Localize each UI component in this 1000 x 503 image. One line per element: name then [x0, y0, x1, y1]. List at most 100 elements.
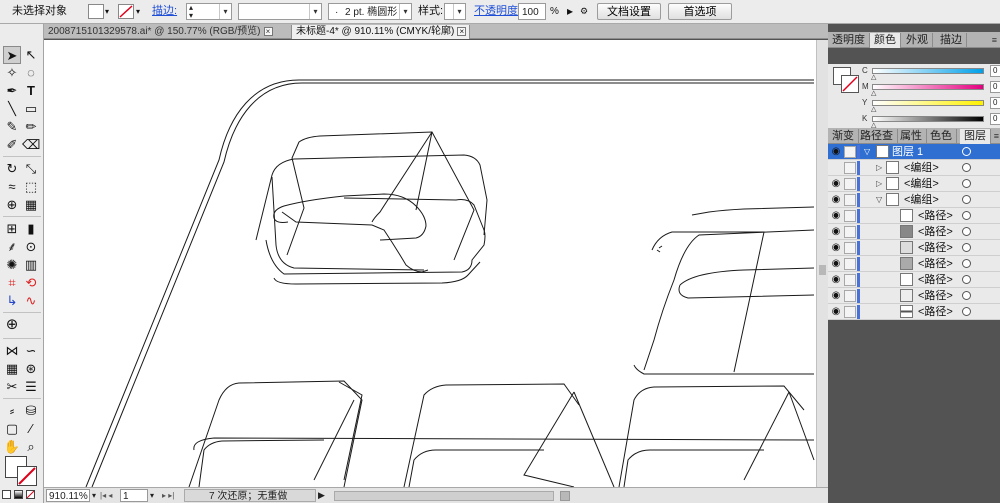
- blend-tool-icon[interactable]: ⊙: [22, 238, 40, 256]
- polar-grid-icon[interactable]: ⊛: [22, 360, 40, 378]
- channel-slider-track[interactable]: [872, 116, 984, 122]
- channel-value[interactable]: 0: [990, 81, 1000, 93]
- symbol-sprayer-icon[interactable]: ✺: [3, 256, 21, 274]
- layer-row[interactable]: ◉ ▽ 图层 1: [828, 144, 1000, 160]
- target-circle-icon[interactable]: [962, 291, 971, 300]
- stroke-swatch[interactable]: [118, 4, 134, 19]
- lock-toggle[interactable]: [844, 210, 856, 222]
- type-tool-icon[interactable]: T: [22, 82, 40, 100]
- channel-value[interactable]: 0: [990, 113, 1000, 125]
- eyedropper-alt-icon[interactable]: ⸗: [3, 402, 21, 420]
- chevron-down-icon[interactable]: ▾: [453, 4, 465, 19]
- last-artboard-icon[interactable]: ▸ ▸|: [162, 489, 174, 502]
- paint-bucket-icon[interactable]: ⛁: [22, 402, 40, 420]
- tab-color[interactable]: 颜色: [870, 33, 901, 48]
- artboard-tool-icon[interactable]: ⌗: [3, 274, 21, 292]
- grid-tool-icon[interactable]: ▦: [3, 360, 21, 378]
- lock-toggle[interactable]: [844, 194, 856, 206]
- lock-toggle[interactable]: [844, 242, 856, 254]
- visibility-eye-icon[interactable]: ◉: [830, 194, 842, 206]
- opacity-input[interactable]: 100: [518, 3, 546, 20]
- layer-row[interactable]: ◉ <路径>: [828, 256, 1000, 272]
- target-circle-icon[interactable]: [962, 211, 971, 220]
- tab-document-2[interactable]: 未标题-4* @ 910.11% (CMYK/轮廓) ×: [292, 25, 470, 39]
- pen-tool-icon[interactable]: ✒: [3, 82, 21, 100]
- stroke-swatch-large[interactable]: [841, 75, 859, 93]
- visibility-eye-icon[interactable]: ◉: [830, 274, 842, 286]
- opacity-panel-link[interactable]: 不透明度:: [474, 3, 521, 20]
- visibility-eye-icon[interactable]: ◉: [830, 290, 842, 302]
- stroke-dropdown-arrow-icon[interactable]: ▾: [136, 3, 140, 20]
- zoom-tool-icon[interactable]: ⌕: [22, 438, 40, 456]
- column-graph-icon[interactable]: ⋈: [3, 342, 21, 360]
- panel-menu-icon[interactable]: ≡: [992, 35, 997, 45]
- free-transform-icon[interactable]: ⬚: [22, 178, 40, 196]
- lasso-icon[interactable]: ◌: [22, 64, 40, 82]
- eyedropper-icon[interactable]: ⸙: [3, 238, 21, 256]
- magic-wand-icon[interactable]: ✧: [3, 64, 21, 82]
- collapse-triangle-icon[interactable]: ▷: [876, 162, 886, 174]
- scrollbar-thumb[interactable]: [819, 265, 826, 275]
- artboard-number-field[interactable]: 1: [120, 489, 148, 502]
- recolor-icon[interactable]: ⚙: [580, 3, 588, 20]
- target-circle-icon[interactable]: [962, 163, 971, 172]
- list-icon[interactable]: ☰: [22, 378, 40, 396]
- artboard-dropdown-icon[interactable]: ▾: [150, 489, 154, 502]
- chevron-down-icon[interactable]: ▾: [399, 4, 411, 19]
- variable-width-profile[interactable]: ▾: [238, 3, 322, 20]
- fill-dropdown-arrow-icon[interactable]: ▾: [105, 3, 109, 20]
- layer-row[interactable]: ◉ <路径>: [828, 240, 1000, 256]
- tab-transparency[interactable]: 透明度: [828, 33, 870, 48]
- pencil-icon[interactable]: ✏: [22, 118, 40, 136]
- target-circle-icon[interactable]: [962, 307, 971, 316]
- preferences-button[interactable]: 首选项: [668, 3, 732, 20]
- channel-c[interactable]: C △ 0 %: [862, 65, 1000, 81]
- visibility-eye-icon[interactable]: ◉: [830, 210, 842, 222]
- artboard-icon[interactable]: ▢: [3, 420, 21, 438]
- stroke-color-box[interactable]: [17, 466, 37, 486]
- chevron-down-icon[interactable]: ▾: [219, 4, 231, 19]
- none-mode-icon[interactable]: [26, 490, 35, 499]
- gradient-tool-icon[interactable]: ▮: [22, 220, 40, 238]
- target-circle-icon[interactable]: [962, 259, 971, 268]
- status-menu-arrow-icon[interactable]: ▶: [318, 489, 325, 502]
- horizontal-scrollbar[interactable]: [334, 491, 554, 501]
- slider-handle-icon[interactable]: △: [871, 106, 876, 113]
- selection-tool-icon[interactable]: ➤: [3, 46, 21, 64]
- lock-toggle[interactable]: [844, 258, 856, 270]
- gradient-mode-icon[interactable]: [14, 490, 23, 499]
- tab-document-1[interactable]: 2008715101329578.ai* @ 150.77% (RGB/预览) ×: [44, 25, 292, 39]
- chevron-down-icon[interactable]: ▾: [309, 4, 321, 19]
- brush-definition[interactable]: · 2 pt. 椭圆形 ▾: [328, 3, 412, 20]
- knife-icon[interactable]: ∕: [22, 420, 40, 438]
- channel-k[interactable]: K △ 0 %: [862, 113, 1000, 129]
- layer-row[interactable]: ◉ <路径>: [828, 288, 1000, 304]
- document-setup-button[interactable]: 文档设置: [597, 3, 661, 20]
- width-tool-icon[interactable]: ↳: [3, 292, 21, 310]
- hand-tool-icon[interactable]: ✋: [3, 438, 21, 456]
- close-icon[interactable]: ×: [263, 26, 273, 36]
- vertical-scrollbar[interactable]: [816, 40, 828, 487]
- visibility-eye-icon[interactable]: ◉: [830, 178, 842, 190]
- warp-tool-icon[interactable]: ≈: [3, 178, 21, 196]
- lock-toggle[interactable]: [844, 226, 856, 238]
- direct-selection-tool-icon[interactable]: ↖: [22, 46, 40, 64]
- slider-handle-icon[interactable]: △: [871, 90, 876, 97]
- lock-toggle[interactable]: [844, 306, 856, 318]
- layer-row[interactable]: ◉ ▽ <编组>: [828, 192, 1000, 208]
- tab-layers[interactable]: 图层: [960, 129, 991, 144]
- panel-menu-icon[interactable]: ≡: [994, 131, 999, 141]
- slider-handle-icon[interactable]: △: [871, 74, 876, 81]
- fill-swatch[interactable]: [88, 4, 104, 19]
- target-circle-icon[interactable]: [962, 275, 971, 284]
- tab-appearance[interactable]: 外观: [902, 33, 933, 48]
- paintbrush-icon[interactable]: ✎: [3, 118, 21, 136]
- perspective-grid-icon[interactable]: ▦: [22, 196, 40, 214]
- opacity-arrow-icon[interactable]: ▸: [567, 3, 573, 20]
- layer-row[interactable]: ◉ <路径>: [828, 208, 1000, 224]
- blob-brush-icon[interactable]: ✐: [3, 136, 21, 154]
- target-circle-icon[interactable]: [962, 147, 971, 156]
- target-circle-icon[interactable]: [962, 179, 971, 188]
- zoom-dropdown-icon[interactable]: ▾: [92, 489, 96, 502]
- expand-triangle-icon[interactable]: ▽: [864, 146, 874, 158]
